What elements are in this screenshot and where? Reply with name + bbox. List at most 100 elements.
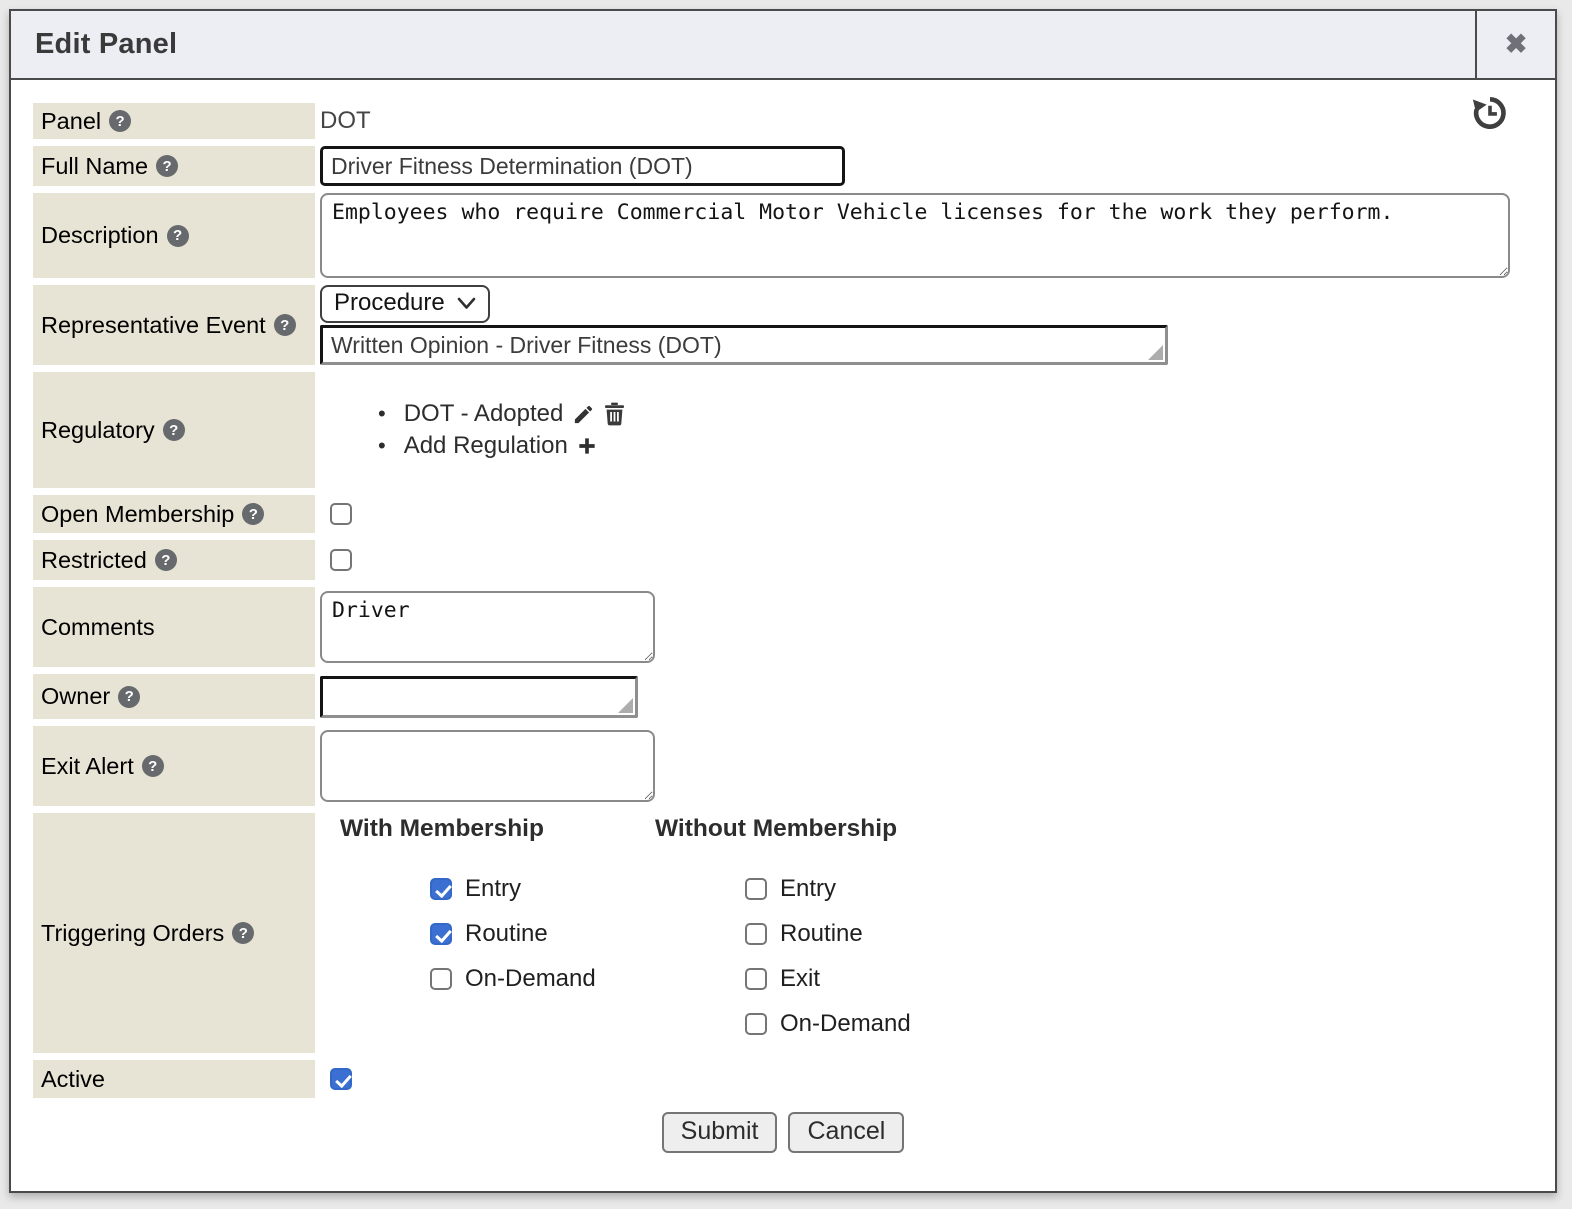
without-entry-checkbox[interactable] [745,878,767,900]
chevron-down-icon [457,297,476,310]
close-button[interactable]: ✖ [1475,11,1555,78]
representative-event-label: Representative Event [41,312,266,339]
row-owner: Owner ? [33,674,1533,719]
active-checkbox[interactable] [330,1068,352,1090]
open-membership-label-cell: Open Membership ? [33,495,315,533]
help-icon[interactable]: ? [156,155,178,177]
triggering-orders-label-cell: Triggering Orders ? [33,813,315,1053]
with-membership-column: With Membership Entry Routine On-Dema [340,815,640,993]
dialog-title: Edit Panel [11,11,1475,78]
row-triggering-orders: Triggering Orders ? With Membership Entr… [33,813,1533,1053]
owner-input[interactable] [320,676,638,718]
regulatory-label-cell: Regulatory ? [33,372,315,488]
with-membership-heading: With Membership [340,815,640,843]
row-regulatory: Regulatory ? DOT - Adopted [33,372,1533,488]
panel-value: DOT [320,107,371,135]
help-icon[interactable]: ? [118,686,140,708]
help-icon[interactable]: ? [167,225,189,247]
description-textarea[interactable]: Employees who require Commercial Motor V… [320,193,1510,278]
representative-event-input[interactable] [320,325,1168,365]
without-exit-checkbox[interactable] [745,968,767,990]
comments-label: Comments [41,614,155,641]
help-icon[interactable]: ? [155,549,177,571]
help-icon[interactable]: ? [274,314,296,336]
dialog-header: Edit Panel ✖ [11,11,1555,80]
trash-icon [604,402,625,426]
without-on-demand-checkbox[interactable] [745,1013,767,1035]
row-description: Description ? Employees who require Comm… [33,193,1533,278]
with-routine-checkbox[interactable] [430,923,452,945]
with-routine-option: Routine [430,920,640,948]
event-type-selected: Procedure [334,289,445,317]
dialog-body: Panel ? DOT Full Name ? Description ? [11,80,1555,1153]
exit-alert-label: Exit Alert [41,753,134,780]
help-icon[interactable]: ? [232,922,254,944]
without-membership-heading: Without Membership [655,815,911,843]
representative-event-label-cell: Representative Event ? [33,285,315,365]
with-entry-checkbox[interactable] [430,878,452,900]
full-name-input[interactable] [320,146,845,186]
active-label: Active [41,1066,105,1093]
row-panel: Panel ? DOT [33,103,1533,139]
without-on-demand-label: On-Demand [780,1010,911,1038]
submit-button[interactable]: Submit [662,1112,778,1153]
close-icon: ✖ [1505,29,1528,60]
without-exit-option: Exit [745,965,911,993]
with-entry-option: Entry [430,875,640,903]
history-button[interactable] [1471,94,1509,132]
pencil-icon [572,403,595,426]
comments-label-cell: Comments [33,587,315,667]
without-membership-column: Without Membership Entry Routine Exit [655,815,911,1038]
with-entry-label: Entry [465,875,521,903]
without-on-demand-option: On-Demand [745,1010,911,1038]
without-routine-checkbox[interactable] [745,923,767,945]
open-membership-label: Open Membership [41,501,234,528]
event-combo [320,323,1168,365]
triggering-orders-label: Triggering Orders [41,920,224,947]
owner-combo [320,676,638,718]
event-type-select[interactable]: Procedure [320,285,490,323]
with-on-demand-checkbox[interactable] [430,968,452,990]
row-comments: Comments Driver [33,587,1533,667]
with-routine-label: Routine [465,920,548,948]
row-full-name: Full Name ? [33,146,1533,186]
without-entry-option: Entry [745,875,911,903]
edit-regulation-button[interactable] [572,403,595,426]
help-icon[interactable]: ? [142,755,164,777]
help-icon[interactable]: ? [163,419,185,441]
panel-label: Panel [41,108,101,135]
edit-panel-dialog: Edit Panel ✖ Panel ? DOT [9,9,1557,1193]
restricted-label: Restricted [41,547,147,574]
cancel-button[interactable]: Cancel [788,1112,904,1153]
open-membership-checkbox[interactable] [330,503,352,525]
row-restricted: Restricted ? [33,540,1533,580]
row-exit-alert: Exit Alert ? [33,726,1533,806]
add-regulation-label: Add Regulation [404,430,568,462]
row-open-membership: Open Membership ? [33,495,1533,533]
delete-regulation-button[interactable] [604,402,625,426]
restricted-label-cell: Restricted ? [33,540,315,580]
full-name-label-cell: Full Name ? [33,146,315,186]
without-exit-label: Exit [780,965,820,993]
exit-alert-label-cell: Exit Alert ? [33,726,315,806]
comments-textarea[interactable]: Driver [320,591,655,663]
add-regulation-item[interactable]: Add Regulation [378,430,625,462]
panel-label-cell: Panel ? [33,103,315,139]
with-on-demand-label: On-Demand [465,965,596,993]
description-label: Description [41,222,159,249]
restricted-checkbox[interactable] [330,549,352,571]
with-on-demand-option: On-Demand [430,965,640,993]
regulation-text: DOT - Adopted [404,398,564,430]
without-routine-option: Routine [745,920,911,948]
exit-alert-textarea[interactable] [320,730,655,802]
description-label-cell: Description ? [33,193,315,278]
regulatory-list: DOT - Adopted [320,398,625,462]
help-icon[interactable]: ? [109,110,131,132]
history-icon [1472,95,1508,131]
without-entry-label: Entry [780,875,836,903]
row-active: Active [33,1060,1533,1098]
regulatory-label: Regulatory [41,417,155,444]
help-icon[interactable]: ? [242,503,264,525]
add-regulation-button[interactable] [577,436,597,456]
without-routine-label: Routine [780,920,863,948]
